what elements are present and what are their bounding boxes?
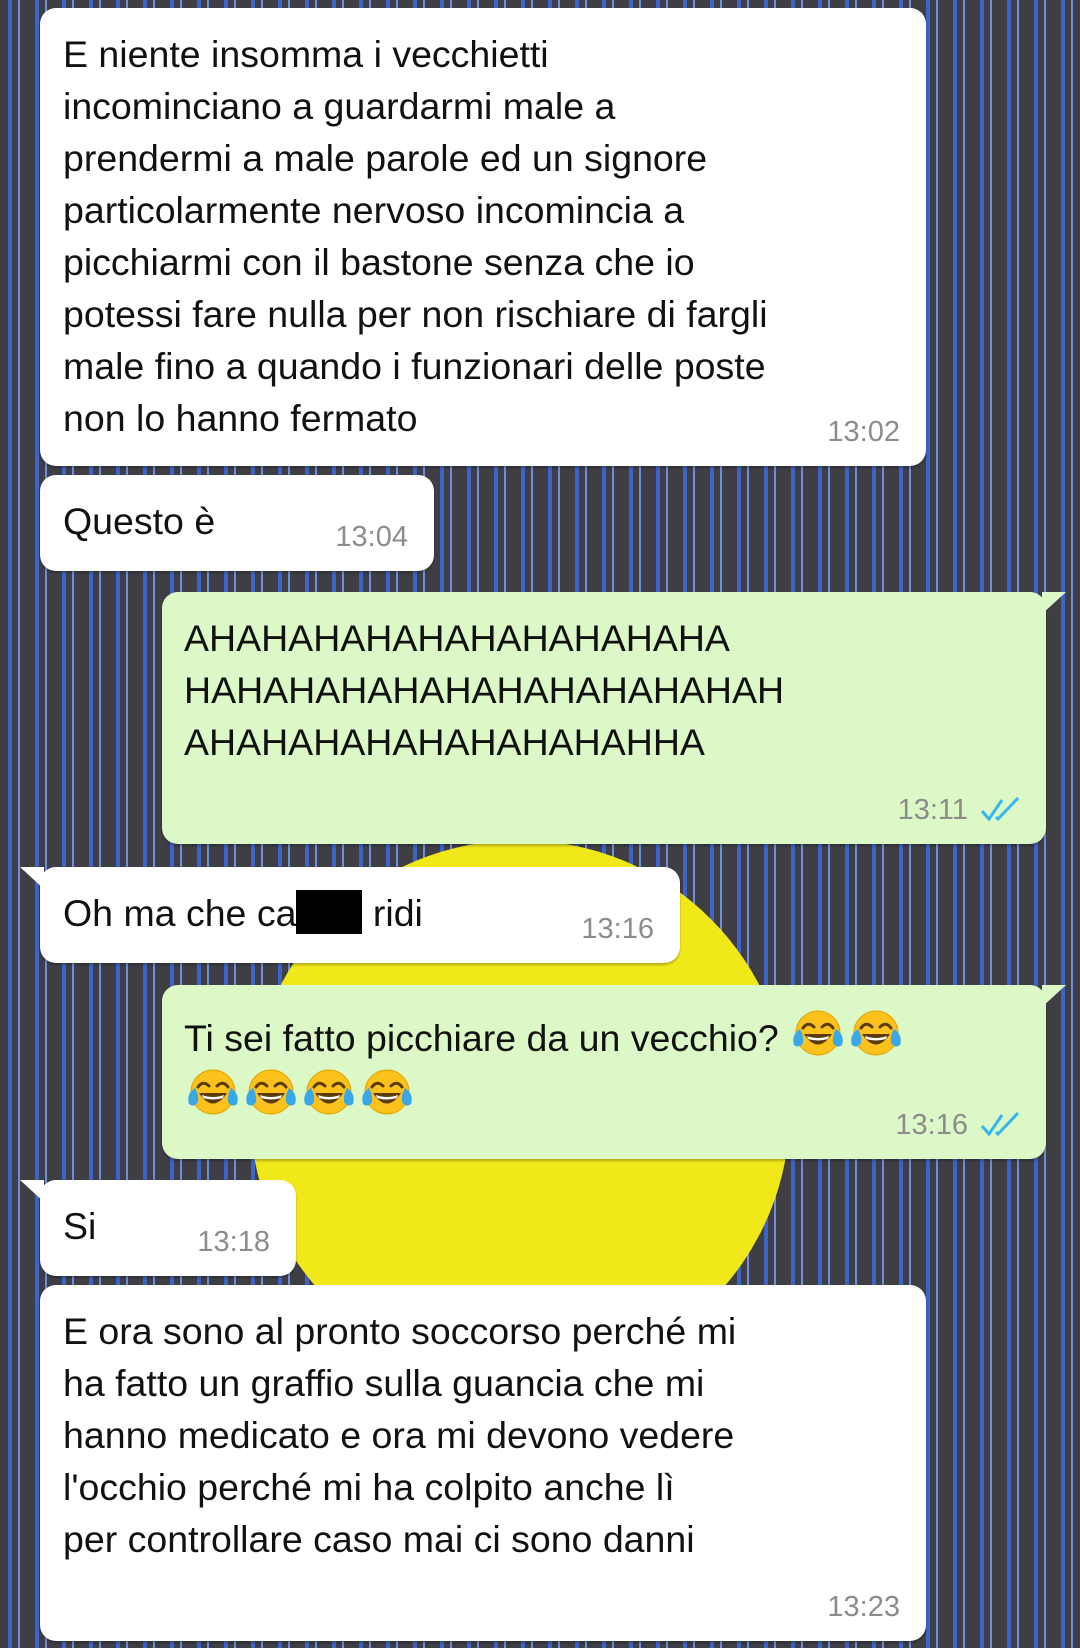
face-with-tears-of-joy-icon	[362, 1069, 412, 1115]
message-timestamp: 13:18	[197, 1226, 270, 1258]
message-timestamp: 13:16	[581, 913, 654, 945]
message-bubble-incoming[interactable]: Questo è 13:04	[40, 475, 434, 571]
message-text: E ora sono al pronto soccorso perché mi …	[63, 1310, 737, 1560]
double-check-read-icon	[980, 1112, 1020, 1137]
message-bubble-incoming[interactable]: Si 13:18	[20, 1180, 296, 1276]
message-bubble-incoming[interactable]: E niente insomma i vecchietti incomincia…	[40, 8, 926, 466]
wallpaper-umbrella-tip	[541, 843, 547, 861]
message-bubble-outgoing[interactable]: AHAHAHAHAHAHAHAHAHAHA HAHAHAHAHAHAHAHAHA…	[162, 592, 1066, 844]
message-timestamp: 13:11	[897, 794, 968, 826]
message-text: E niente insomma i vecchietti incomincia…	[63, 33, 768, 439]
message-text: Oh ma che ca ridi	[63, 887, 658, 939]
double-check-read-icon	[980, 797, 1020, 822]
redaction-bar	[296, 890, 363, 934]
message-bubble-incoming[interactable]: E ora sono al pronto soccorso perché mi …	[40, 1285, 926, 1641]
message-text-content: Ti sei fatto picchiare da un vecchio?	[184, 1017, 779, 1059]
message-text: AHAHAHAHAHAHAHAHAHAHA HAHAHAHAHAHAHAHAHA…	[184, 617, 785, 763]
face-with-tears-of-joy-icon	[851, 1010, 901, 1056]
message-timestamp: 13:04	[335, 521, 408, 553]
face-with-tears-of-joy-icon	[304, 1069, 354, 1115]
message-text-after: ridi	[362, 892, 423, 934]
message-bubble-outgoing[interactable]: Ti sei fatto picchiare da un vecchio? 13…	[162, 985, 1066, 1159]
message-timestamp: 13:02	[827, 416, 900, 448]
message-timestamp: 13:23	[827, 1591, 900, 1623]
message-text-before: Oh ma che ca	[63, 892, 297, 934]
face-with-tears-of-joy-icon	[246, 1069, 296, 1115]
face-with-tears-of-joy-icon	[793, 1010, 843, 1056]
message-timestamp: 13:16	[895, 1109, 968, 1141]
message-text: Ti sei fatto picchiare da un vecchio?	[184, 1005, 1024, 1123]
message-bubble-incoming[interactable]: Oh ma che ca ridi 13:16	[20, 867, 680, 963]
wallpaper-umbrella-handle	[541, 1150, 549, 1285]
face-with-tears-of-joy-icon	[188, 1069, 238, 1115]
